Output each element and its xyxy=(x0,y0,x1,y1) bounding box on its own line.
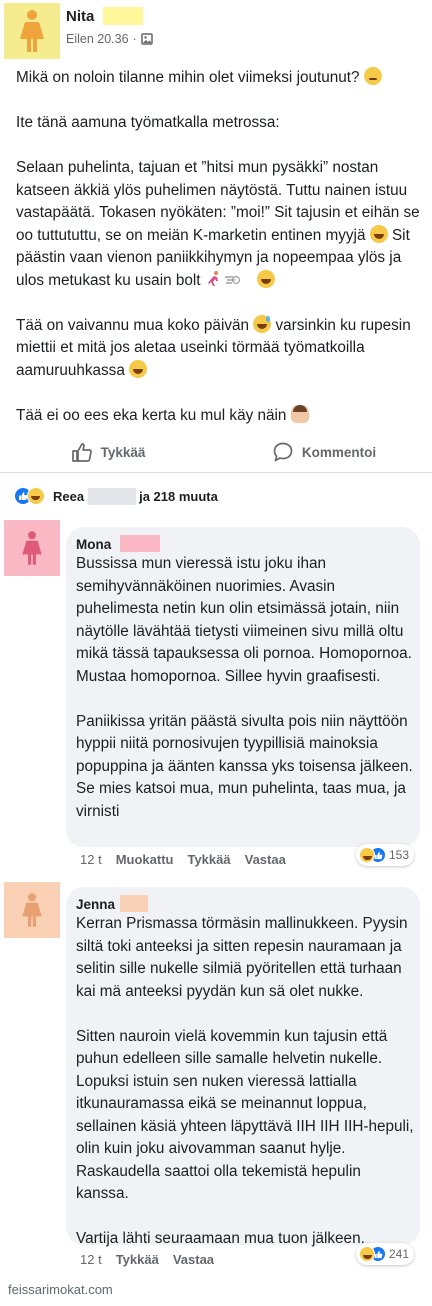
laughing-face-icon xyxy=(129,359,148,378)
post-timestamp[interactable]: Eilen 20.36 xyxy=(66,32,129,46)
comment-age[interactable]: 12 t xyxy=(80,852,102,867)
comment-reaction-count: 241 xyxy=(389,1247,410,1261)
laughing-face-icon xyxy=(256,269,275,288)
dot-separator: · xyxy=(132,32,137,46)
edited-label[interactable]: Muokattu xyxy=(116,852,174,867)
reactor-name: Reea xyxy=(53,488,85,504)
running-woman-icon xyxy=(207,270,218,286)
haha-reaction-icon xyxy=(27,487,45,505)
comment-bubble-icon xyxy=(273,442,293,462)
comment-text: Bussissa mun vieressä istu joku ihan sem… xyxy=(76,555,413,820)
haha-reaction-icon xyxy=(359,1246,375,1262)
like-label: Tykkää xyxy=(100,444,146,460)
name-censor-block xyxy=(120,895,148,912)
facepalm-woman-icon xyxy=(290,404,309,423)
comment-footer: 12 t Tykkää Vastaa xyxy=(80,1252,214,1267)
post-paragraph: Ite tänä aamuna työmatkalla metrossa: xyxy=(16,114,280,131)
sweat-smile-icon xyxy=(253,314,272,333)
comment-bubble: Jenna Kerran Prismassa törmäsin mallinuk… xyxy=(66,887,420,1247)
author-avatar[interactable] xyxy=(4,3,60,59)
reaction-count-text: ja 218 muuta xyxy=(139,488,218,504)
female-figure-icon xyxy=(22,893,42,927)
laughing-face-icon xyxy=(369,224,388,243)
name-censor-block xyxy=(120,535,160,552)
post-paragraph: Mikä on noloin tilanne mihin olet viimek… xyxy=(16,67,426,90)
comment-like-button[interactable]: Tykkää xyxy=(116,1252,159,1267)
female-figure-icon xyxy=(22,531,42,565)
haha-reaction-icon xyxy=(359,847,375,863)
author-name[interactable]: Nita xyxy=(66,8,94,25)
post-body: Mikä on noloin tilanne mihin olet viimek… xyxy=(16,67,426,450)
watermark: feissarimokat.com xyxy=(8,1282,113,1297)
comment-bubble: Mona Bussissa mun vieressä istu joku iha… xyxy=(66,527,420,847)
post: Nita Eilen 20.36 · Mikä on noloin tilann… xyxy=(0,0,432,470)
comment-reaction-count: 153 xyxy=(389,848,410,862)
name-censor-block xyxy=(103,7,143,25)
reactions-summary[interactable]: Reea ja 218 muuta xyxy=(14,486,218,506)
comment-author[interactable]: Jenna xyxy=(76,897,115,912)
reactor-name-censor xyxy=(88,487,137,505)
post-meta: Eilen 20.36 · xyxy=(66,32,153,46)
comment-avatar[interactable] xyxy=(4,882,60,938)
comment-reply-button[interactable]: Vastaa xyxy=(173,1252,214,1267)
dash-icon xyxy=(224,275,240,284)
female-figure-icon xyxy=(20,10,44,52)
comment-button[interactable]: Kommentoi xyxy=(216,434,432,470)
comment-reactions[interactable]: 241 xyxy=(356,1243,415,1265)
comment-avatar[interactable] xyxy=(4,520,60,576)
comment-author[interactable]: Mona xyxy=(76,537,111,552)
comment-age[interactable]: 12 t xyxy=(80,1252,102,1267)
divider xyxy=(0,472,432,473)
post-actions: Tykkää Kommentoi xyxy=(0,434,432,470)
post-paragraph: Tää on vaivannu mua koko päivän varsinki… xyxy=(16,314,411,379)
thumbs-up-icon xyxy=(71,443,92,462)
comment-text: Kerran Prismassa törmäsin mallinukkeen. … xyxy=(76,915,414,1247)
comment-label: Kommentoi xyxy=(301,444,377,460)
thinking-face-icon xyxy=(363,67,382,85)
comment-reactions[interactable]: 153 xyxy=(356,844,415,866)
post-paragraph: Tää ei oo ees eka kerta ku mul käy näin xyxy=(16,404,426,428)
like-button[interactable]: Tykkää xyxy=(0,434,216,470)
comment-reply-button[interactable]: Vastaa xyxy=(245,852,286,867)
comment-footer: 12 t Muokattu Tykkää Vastaa xyxy=(80,852,286,867)
post-paragraph: Selaan puhelinta, tajuan et ”hitsi mun p… xyxy=(16,159,420,289)
privacy-icon xyxy=(140,33,153,45)
comment-like-button[interactable]: Tykkää xyxy=(187,852,230,867)
